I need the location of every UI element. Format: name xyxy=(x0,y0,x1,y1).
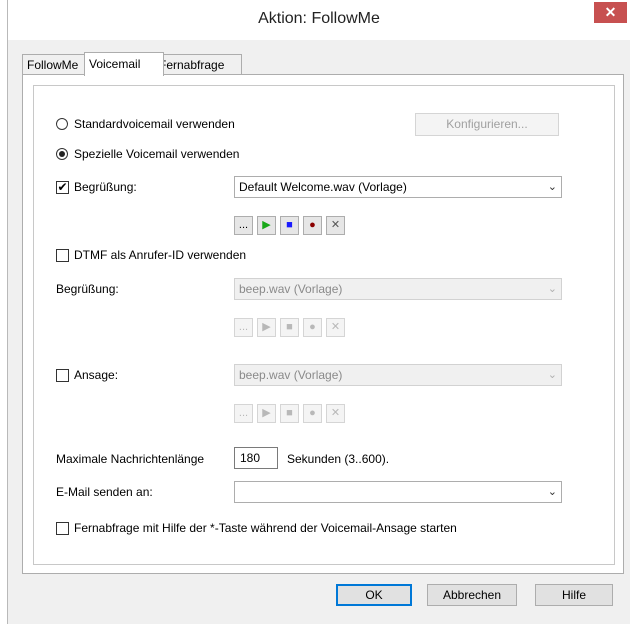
special-voicemail-label: Spezielle Voicemail verwenden xyxy=(74,147,240,161)
standard-voicemail-label: Standardvoicemail verwenden xyxy=(74,117,235,131)
play-button-disabled[interactable]: ▶ xyxy=(257,318,276,337)
play-button[interactable]: ▶ xyxy=(257,216,276,235)
record-button-disabled[interactable]: ● xyxy=(303,404,322,423)
email-select[interactable]: ⌄ xyxy=(234,481,562,503)
chevron-down-icon: ⌄ xyxy=(547,486,557,498)
browse-button-disabled[interactable]: ... xyxy=(234,404,253,423)
stop-button-disabled[interactable]: ■ xyxy=(280,318,299,337)
max-length-unit: Sekunden (3..600). xyxy=(287,452,390,466)
chevron-down-icon: ⌄ xyxy=(547,283,557,295)
standard-voicemail-radio[interactable] xyxy=(56,118,68,130)
dtmf-checkbox[interactable] xyxy=(56,249,69,262)
tab-fernabfrage[interactable]: Fernabfrage xyxy=(154,54,242,75)
greeting-select[interactable]: Default Welcome.wav (Vorlage) ⌄ xyxy=(234,176,562,198)
greeting2-select[interactable]: beep.wav (Vorlage) ⌄ xyxy=(234,278,562,300)
remote-access-label: Fernabfrage mit Hilfe der *-Taste währen… xyxy=(74,521,457,535)
close-button[interactable]: ✕ xyxy=(594,2,627,23)
cancel-button[interactable]: Abbrechen xyxy=(427,584,517,606)
delete-button-disabled[interactable]: ✕ xyxy=(326,318,345,337)
browse-button-disabled[interactable]: ... xyxy=(234,318,253,337)
title-bar: Aktion: FollowMe ✕ xyxy=(8,0,630,40)
greeting2-label: Begrüßung: xyxy=(56,282,119,296)
delete-button-disabled[interactable]: ✕ xyxy=(326,404,345,423)
voicemail-group: Standardvoicemail verwenden Konfiguriere… xyxy=(33,85,615,565)
delete-button[interactable]: ✕ xyxy=(326,216,345,235)
max-length-label: Maximale Nachrichtenlänge xyxy=(56,452,205,466)
special-voicemail-radio[interactable] xyxy=(56,148,68,160)
record-button[interactable]: ● xyxy=(303,216,322,235)
configure-button[interactable]: Konfigurieren... xyxy=(415,113,559,136)
chevron-down-icon: ⌄ xyxy=(547,181,557,193)
remote-access-checkbox[interactable] xyxy=(56,522,69,535)
greeting-checkbox[interactable]: ✔ xyxy=(56,181,69,194)
radio-selected-dot xyxy=(59,151,65,157)
announcement-select[interactable]: beep.wav (Vorlage) ⌄ xyxy=(234,364,562,386)
stop-button-disabled[interactable]: ■ xyxy=(280,404,299,423)
help-button[interactable]: Hilfe xyxy=(535,584,613,606)
ok-button[interactable]: OK xyxy=(336,584,412,606)
greeting2-select-value: beep.wav (Vorlage) xyxy=(239,282,343,296)
dtmf-label: DTMF als Anrufer-ID verwenden xyxy=(74,248,247,262)
greeting-select-value: Default Welcome.wav (Vorlage) xyxy=(239,180,407,194)
dialog-window: Aktion: FollowMe ✕ FollowMe Voicemail Fe… xyxy=(7,0,630,624)
announcement-label: Ansage: xyxy=(74,368,119,382)
greeting-label: Begrüßung: xyxy=(74,180,137,194)
play-button-disabled[interactable]: ▶ xyxy=(257,404,276,423)
voicemail-panel: Standardvoicemail verwenden Konfiguriere… xyxy=(22,74,624,574)
announcement-checkbox[interactable] xyxy=(56,369,69,382)
chevron-down-icon: ⌄ xyxy=(547,369,557,381)
stop-button[interactable]: ■ xyxy=(280,216,299,235)
tab-voicemail[interactable]: Voicemail xyxy=(84,52,164,76)
record-button-disabled[interactable]: ● xyxy=(303,318,322,337)
browse-button[interactable]: ... xyxy=(234,216,253,235)
email-label: E-Mail senden an: xyxy=(56,485,153,499)
max-length-input[interactable]: 180 xyxy=(234,447,278,469)
announcement-select-value: beep.wav (Vorlage) xyxy=(239,368,343,382)
window-title: Aktion: FollowMe xyxy=(258,10,380,27)
